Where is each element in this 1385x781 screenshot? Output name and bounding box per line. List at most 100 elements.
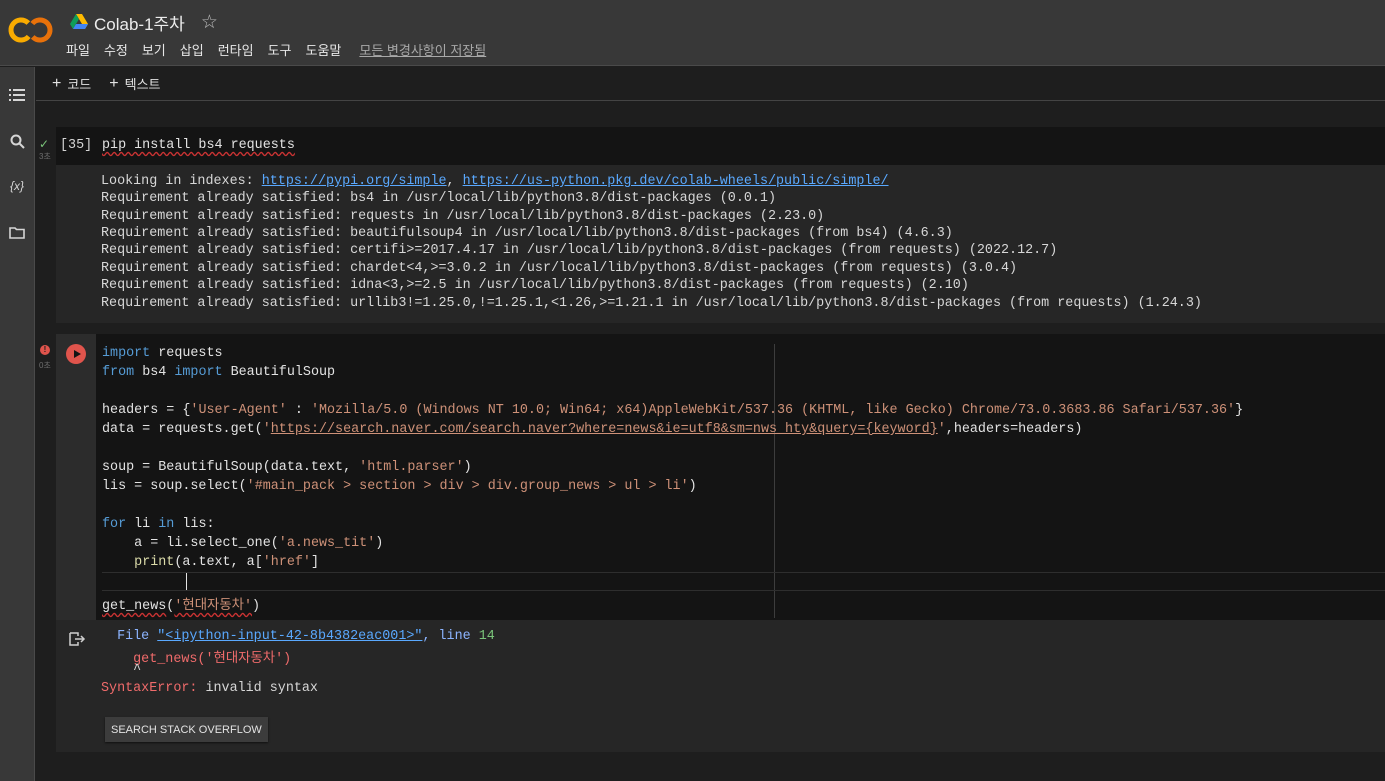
colab-logo-icon[interactable]	[8, 13, 54, 47]
string-literal: 'Mozilla/5.0 (Windows NT 10.0; Win64; x6…	[310, 403, 1236, 418]
code-text: BeautifulSoup	[222, 365, 336, 380]
menu-bar: 파일 수정 보기 삽입 런타임 도구 도움말 모든 변경사항이 저장됨	[66, 40, 486, 59]
code-line[interactable]: from bs4 import BeautifulSoup	[102, 365, 335, 380]
play-icon	[73, 350, 81, 358]
code-text: ,headers=headers)	[945, 422, 1083, 437]
code-line[interactable]: print(a.text, a['href']	[102, 555, 319, 570]
plus-icon: +	[52, 74, 62, 92]
pypi-link[interactable]: https://pypi.org/simple	[262, 174, 447, 189]
code-text: )	[688, 479, 697, 494]
execution-count: [35]	[60, 138, 93, 153]
string-literal: 'href'	[262, 555, 311, 570]
notebook-toolbar: + 코드 + 텍스트	[36, 67, 1385, 101]
string-literal: 'html.parser'	[359, 460, 464, 475]
error-message: SyntaxError: invalid syntax	[101, 681, 318, 696]
code-text: bs4	[134, 365, 175, 380]
add-text-label: 텍스트	[124, 77, 161, 92]
colab-wheels-link[interactable]: https://us-python.pkg.dev/colab-wheels/p…	[463, 174, 889, 189]
code-text: lis = soup.select(	[102, 479, 247, 494]
output-line: Requirement already satisfied: requests …	[101, 209, 825, 224]
string-literal: 'a.news_tit'	[278, 536, 376, 551]
google-drive-icon[interactable]	[70, 14, 88, 30]
code-line[interactable]: import requests	[102, 346, 223, 361]
code-line[interactable]: get_news('현대자동차')	[102, 593, 260, 614]
output-line: Requirement already satisfied: certifi>=…	[101, 243, 1058, 258]
string-literal: '	[262, 422, 271, 437]
traceback-line-number: 14	[478, 629, 495, 644]
search-icon[interactable]	[7, 131, 27, 151]
table-of-contents-icon[interactable]	[7, 85, 27, 105]
code-text: )	[375, 536, 384, 551]
output-text: Looking in indexes:	[101, 174, 262, 189]
keyword: import	[102, 346, 151, 361]
current-line-highlight	[102, 572, 1385, 591]
run-cell-button[interactable]	[66, 344, 86, 364]
menu-runtime[interactable]: 런타임	[218, 40, 254, 59]
output-line: Requirement already satisfied: beautiful…	[101, 226, 953, 241]
menu-help[interactable]: 도움말	[306, 40, 342, 59]
code-text: )	[463, 460, 472, 475]
cell-1-code-text[interactable]: pip install bs4 requests	[102, 138, 295, 153]
keyword: import	[174, 365, 223, 380]
search-stack-overflow-button[interactable]: SEARCH STACK OVERFLOW	[105, 717, 268, 742]
checkmark-icon: ✓	[39, 137, 50, 151]
traceback-file-link[interactable]: "<ipython-input-42-8b4382eac001>"	[157, 629, 422, 644]
menu-insert[interactable]: 삽입	[180, 40, 204, 59]
menu-tools[interactable]: 도구	[268, 40, 292, 59]
string-literal: '현대자동차'	[174, 599, 253, 614]
error-text: invalid syntax	[197, 681, 318, 696]
clear-output-icon[interactable]	[68, 630, 86, 648]
traceback-text: File	[101, 629, 158, 644]
keyword: for	[102, 517, 127, 532]
string-literal: '#main_pack > section > div > div.group_…	[246, 479, 689, 494]
code-line[interactable]: for li in lis:	[102, 517, 215, 532]
error-indicator-icon: !	[40, 345, 50, 355]
code-text: li	[126, 517, 159, 532]
code-line[interactable]: lis = soup.select('#main_pack > section …	[102, 479, 697, 494]
builtin-function: print	[134, 555, 175, 570]
header-bar: Colab-1주차 ☆ 파일 수정 보기 삽입 런타임 도구 도움말 모든 변경…	[0, 0, 1385, 66]
code-text: a = li.select_one(	[102, 536, 279, 551]
add-text-button[interactable]: + 텍스트	[109, 74, 160, 93]
string-literal: '	[937, 422, 946, 437]
save-status[interactable]: 모든 변경사항이 저장됨	[359, 40, 486, 59]
code-line[interactable]: a = li.select_one('a.news_tit')	[102, 536, 383, 551]
left-sidebar: {x}	[0, 67, 35, 781]
code-line[interactable]: data = requests.get('https://search.nave…	[102, 422, 1082, 437]
output-line: Requirement already satisfied: urllib3!=…	[101, 296, 1202, 311]
traceback-text: , line	[422, 629, 479, 644]
output-line: Looking in indexes: https://pypi.org/sim…	[101, 174, 889, 189]
keyword: in	[158, 517, 175, 532]
plus-icon: +	[109, 74, 119, 92]
code-text: )	[252, 599, 261, 614]
traceback-line: File "<ipython-input-42-8b4382eac001>", …	[101, 629, 495, 644]
menu-file[interactable]: 파일	[66, 40, 90, 59]
code-text: get_news	[102, 599, 167, 614]
execution-time: 0초	[39, 361, 51, 370]
cell-2-gutter	[56, 334, 96, 620]
variables-icon[interactable]: {x}	[7, 176, 27, 196]
output-text: ,	[446, 174, 463, 189]
add-code-label: 코드	[67, 77, 92, 92]
output-line: Requirement already satisfied: chardet<4…	[101, 261, 1018, 276]
menu-view[interactable]: 보기	[142, 40, 166, 59]
error-type: SyntaxError:	[101, 681, 198, 696]
execution-time: 3초	[39, 152, 51, 161]
output-line: Requirement already satisfied: bs4 in /u…	[101, 191, 776, 206]
output-line: Requirement already satisfied: idna<3,>=…	[101, 278, 969, 293]
traceback-caret: ^	[101, 663, 142, 678]
menu-edit[interactable]: 수정	[104, 40, 128, 59]
code-text: lis:	[174, 517, 215, 532]
folder-icon[interactable]	[7, 222, 27, 242]
code-text: headers = {	[102, 403, 191, 418]
url-string-link[interactable]: https://search.naver.com/search.naver?wh…	[271, 422, 938, 437]
code-line[interactable]: headers = {'User-Agent' : 'Mozilla/5.0 (…	[102, 403, 1243, 418]
code-text: requests	[150, 346, 223, 361]
code-text: ]	[310, 555, 320, 570]
keyword: from	[102, 365, 135, 380]
code-line[interactable]: soup = BeautifulSoup(data.text, 'html.pa…	[102, 460, 472, 475]
add-code-button[interactable]: + 코드	[52, 74, 91, 93]
notebook-title[interactable]: Colab-1주차	[94, 10, 185, 35]
star-icon[interactable]: ☆	[201, 11, 218, 34]
